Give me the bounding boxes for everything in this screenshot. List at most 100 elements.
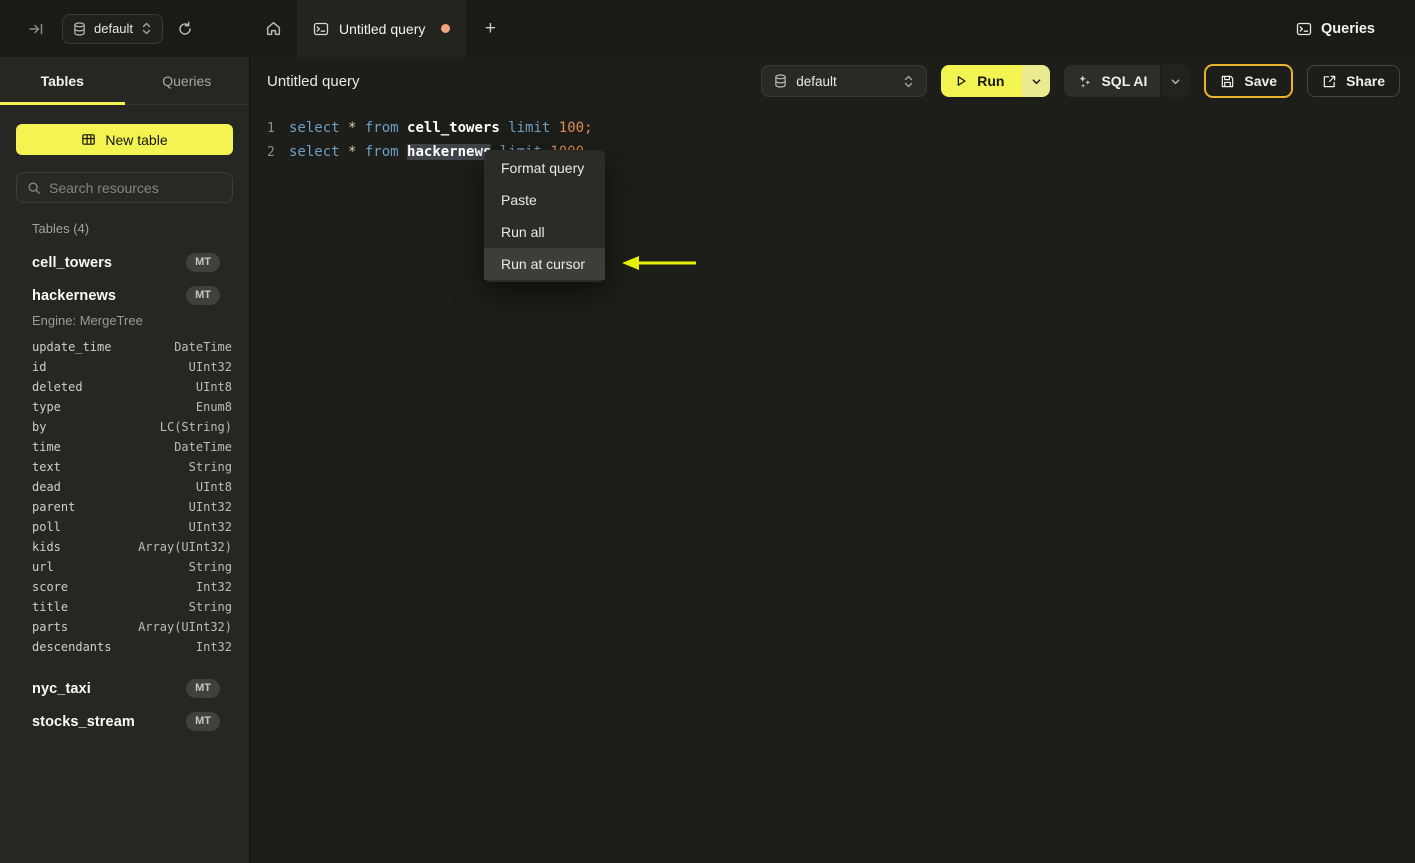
code-line-1[interactable]: 1 select * from cell_towers limit 100; [250, 116, 1415, 140]
tab-untitled-query[interactable]: Untitled query [297, 0, 467, 57]
table-name: hackernews [32, 287, 117, 304]
refresh-icon [177, 21, 193, 37]
column-name: url [32, 560, 54, 574]
sql-ai-split-button: SQL AI [1064, 65, 1191, 97]
engine-badge: MT [186, 679, 220, 698]
code-token: hackernews [407, 144, 492, 160]
line-number: 2 [267, 144, 275, 160]
column-name: deleted [32, 380, 83, 394]
column-row: dead UInt8 [0, 477, 249, 497]
column-row: parent UInt32 [0, 497, 249, 517]
column-row: parts Array(UInt32) [0, 617, 249, 637]
toolbar-database-select[interactable]: default [761, 65, 928, 97]
engine-detail: Engine: MergeTree [32, 313, 143, 328]
column-name: by [32, 420, 47, 434]
column-row: time DateTime [0, 437, 249, 457]
query-toolbar: Untitled query default Run SQL AI Save S… [250, 57, 1415, 105]
share-button[interactable]: Share [1307, 65, 1400, 97]
new-tab-button[interactable]: + [466, 0, 514, 57]
table-row-cell-towers[interactable]: cell_towers MT [0, 246, 249, 279]
sql-editor[interactable]: 1 select * from cell_towers limit 100; 2… [250, 105, 1415, 863]
chevron-updown-icon [903, 75, 914, 88]
code-token: from [364, 144, 399, 160]
topbar-left-cluster: default [0, 0, 250, 57]
terminal-icon [313, 21, 329, 37]
sidebar-tab-tables[interactable]: Tables [0, 57, 125, 104]
run-button[interactable]: Run [941, 65, 1023, 97]
column-type: UInt8 [195, 480, 232, 494]
sidebar-tab-queries[interactable]: Queries [125, 57, 250, 104]
save-button[interactable]: Save [1204, 64, 1294, 98]
sidebar: Tables Queries New table Tables (4) cell… [0, 57, 250, 863]
line-number: 1 [267, 120, 275, 136]
chevron-down-icon [1170, 76, 1181, 87]
column-name: parts [32, 620, 69, 634]
queries-button[interactable]: Queries [1296, 0, 1375, 57]
engine-badge: MT [186, 712, 220, 731]
top-bar: default Untitled query + Queries [0, 0, 1415, 57]
toolbar-database-value: default [796, 73, 837, 89]
tab-label: Untitled query [339, 20, 426, 37]
topbar-database-select[interactable]: default [62, 13, 164, 44]
sql-ai-button[interactable]: SQL AI [1064, 65, 1161, 97]
column-name: update_time [32, 340, 112, 354]
plus-icon: + [484, 17, 496, 39]
context-menu-item[interactable]: Format query [484, 152, 605, 184]
column-row: id UInt32 [0, 357, 249, 377]
sql-ai-options-button[interactable] [1160, 65, 1191, 97]
column-type: Array(UInt32) [138, 540, 232, 554]
unsaved-dot [441, 24, 451, 33]
table-row-hackernews[interactable]: hackernews MT [0, 279, 249, 312]
tables-section-label: Tables (4) [32, 221, 90, 236]
refresh-button[interactable] [173, 17, 197, 41]
search-input[interactable] [49, 179, 222, 196]
column-type: DateTime [174, 340, 232, 354]
column-row: by LC(String) [0, 417, 249, 437]
column-name: kids [32, 540, 61, 554]
code-token: 100; [558, 120, 593, 136]
code-token: * [339, 144, 365, 160]
sql-ai-button-label: SQL AI [1101, 73, 1148, 89]
context-menu-item[interactable]: Run at cursor [484, 248, 605, 280]
column-type: UInt32 [188, 360, 232, 374]
column-name: type [32, 400, 61, 414]
column-type: Int32 [195, 640, 232, 654]
column-list: update_time DateTime id UInt32 deleted U… [0, 337, 249, 657]
query-title: Untitled query [267, 72, 360, 90]
home-button[interactable] [250, 0, 297, 57]
table-name: cell_towers [32, 254, 113, 271]
column-row: update_time DateTime [0, 337, 249, 357]
sidebar-tabs: Tables Queries [0, 57, 249, 105]
context-menu-item[interactable]: Run all [484, 216, 605, 248]
column-type: Array(UInt32) [138, 620, 232, 634]
code-token: from [364, 120, 399, 136]
column-row: kids Array(UInt32) [0, 537, 249, 557]
column-name: text [32, 460, 61, 474]
new-table-button[interactable]: New table [16, 124, 233, 155]
code-line-2[interactable]: 2 select * from hackernews limit 1000 [250, 140, 1415, 164]
sidebar-tab-queries-label: Queries [162, 72, 212, 89]
code-token: limit [508, 120, 551, 136]
search-box [16, 172, 233, 203]
context-menu-item[interactable]: Paste [484, 184, 605, 216]
column-type: UInt32 [188, 520, 232, 534]
play-icon [954, 74, 968, 88]
table-name: nyc_taxi [32, 680, 91, 697]
code-token: cell_towers [407, 120, 500, 136]
sidebar-tab-tables-label: Tables [40, 72, 84, 89]
table-row-nyc-taxi[interactable]: nyc_taxi MT [0, 672, 249, 705]
table-row-stocks-stream[interactable]: stocks_stream MT [0, 705, 249, 738]
column-type: String [188, 460, 232, 474]
run-options-button[interactable] [1022, 65, 1051, 97]
sidebar-collapse-button[interactable] [24, 17, 48, 41]
column-type: Int32 [195, 580, 232, 594]
column-type: Enum8 [195, 400, 232, 414]
column-name: descendants [32, 640, 112, 654]
column-name: parent [32, 500, 76, 514]
column-row: descendants Int32 [0, 637, 249, 657]
code-token: select [289, 120, 340, 136]
share-button-label: Share [1346, 73, 1385, 89]
column-name: title [32, 600, 69, 614]
